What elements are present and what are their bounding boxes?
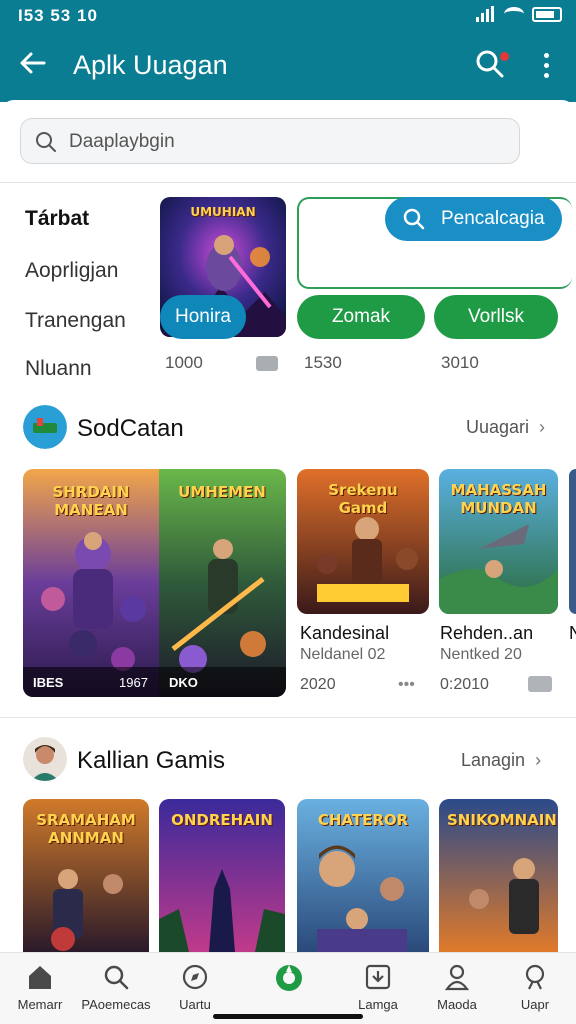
page-title: Aplk Uuagan [73,50,228,80]
home-indicator[interactable] [213,1014,363,1019]
game-name: Kandesinal [300,623,390,643]
game-art-title: SNIKOMNAIN [447,811,557,829]
section-title: SodCatan [77,415,184,442]
game-art-title: CHATEROR [317,811,409,829]
divider [0,717,576,718]
game-subtitle: Neldanel 02 [300,646,386,663]
back-button[interactable] [18,48,54,84]
game-card[interactable]: MAHASSAH MUNDAN [439,469,558,614]
vorllsk-button[interactable]: Vorllsk [434,295,558,339]
nav-label: PAoemecas [81,997,151,1012]
featured-game-title: UMUHIAN [190,205,256,219]
game-art-title: UMHEMEN [178,483,266,501]
game-card[interactable]: SRAMAHAM ANNMAN [23,799,149,952]
compass-icon [182,964,208,990]
game-art-title: SHRDAIN MANEAN [52,483,130,519]
nav-item-search[interactable]: PAoemecas [76,953,156,1013]
game-card[interactable]: ONDREHAIN [159,799,285,952]
download-icon [365,964,391,990]
zomak-button[interactable]: Zomak [297,295,425,339]
see-all-label: Uuagari [466,417,530,437]
more-dots-icon[interactable]: ••• [398,676,415,694]
nav-item-brand[interactable] [248,953,328,1013]
game-art-title: Srekenu Gamd [328,481,398,517]
game-art-title: MAHASSAH MUNDAN [450,481,547,517]
category-item[interactable]: Aoprligjan [25,259,118,283]
game-name: Rehden..an [440,623,534,643]
see-all-link[interactable]: Lanagin › [461,750,541,771]
game-card[interactable]: Srekenu Gamd [297,469,429,614]
badge-icon [528,676,552,692]
game-art-title: ONDREHAIN [171,811,273,829]
status-bar: I53 53 10 [0,0,576,32]
game-subtitle: Nentked 20 [440,646,522,663]
category-item[interactable]: Tranengan [25,309,126,333]
honira-button[interactable]: Honira [160,295,246,339]
battery-icon [532,6,562,22]
count-label: 1530 [304,353,342,372]
count-label: 3010 [441,353,479,372]
nav-label: Maoda [437,997,477,1012]
search-pill-button[interactable]: Pencalcagia [385,197,562,241]
footer-label: DKO [169,675,198,690]
section-title: Kallian Gamis [77,747,226,774]
search-icon [36,132,56,152]
wifi-icon [504,7,524,21]
nav-label: Lamga [358,997,398,1012]
count-label: 1000 [165,353,203,372]
badge-icon [256,356,278,371]
card-footer: IBES 1967 DKO [23,667,286,697]
search-button[interactable] [474,48,510,84]
category-item[interactable]: Nluann [25,357,92,381]
app-bar: Aplk Uuagan [0,32,576,102]
nav-item-home[interactable]: Memarr [0,953,80,1013]
profile-icon [525,964,545,990]
section-avatar [23,737,67,781]
status-time: I53 53 10 [18,6,98,25]
nav-item-media[interactable]: Maoda [417,953,497,1013]
divider [0,182,576,183]
section-icon [23,405,67,449]
game-card[interactable]: CHATEROR [297,799,429,952]
home-icon [29,966,51,989]
game-count: 0:2010 [440,676,489,693]
game-name: N [569,623,576,643]
footer-label: IBES [33,675,64,690]
search-input[interactable] [69,128,489,156]
nav-label: Uapr [520,997,550,1012]
nav-item-profile[interactable]: Uapr [495,953,575,1013]
arrow-left-icon [20,52,46,74]
chevron-right-icon: › [535,750,542,770]
game-count: 2020 [300,676,336,693]
game-art-title: SRAMAHAM ANNMAN [36,811,136,847]
nav-item-explore[interactable]: Uartu [155,953,235,1013]
game-card[interactable]: SNIKOMNAIN [439,799,558,952]
game-card-large[interactable]: SHRDAIN MANEAN UMHEMEN IBES 1967 DKO [23,469,286,697]
search-icon [104,965,129,990]
more-options-button[interactable] [535,48,557,84]
brand-icon [276,965,302,991]
chevron-right-icon: › [539,417,546,437]
search-icon [403,208,425,230]
see-all-label: Lanagin [461,750,526,770]
nav-label: Memarr [17,997,63,1012]
status-icons [476,6,562,22]
nav-item-downloads[interactable]: Lamga [338,953,418,1013]
footer-label: 1967 [119,675,148,690]
nav-label: Uartu [179,997,211,1012]
search-pill-label: Pencalcagia [441,208,545,229]
signal-icon [476,6,496,22]
see-all-link[interactable]: Uuagari › [466,417,545,438]
notification-dot [500,52,509,61]
game-card[interactable] [569,469,576,614]
search-bar[interactable] [20,118,520,164]
person-icon [444,964,470,991]
category-item[interactable]: Tárbat [25,207,89,231]
